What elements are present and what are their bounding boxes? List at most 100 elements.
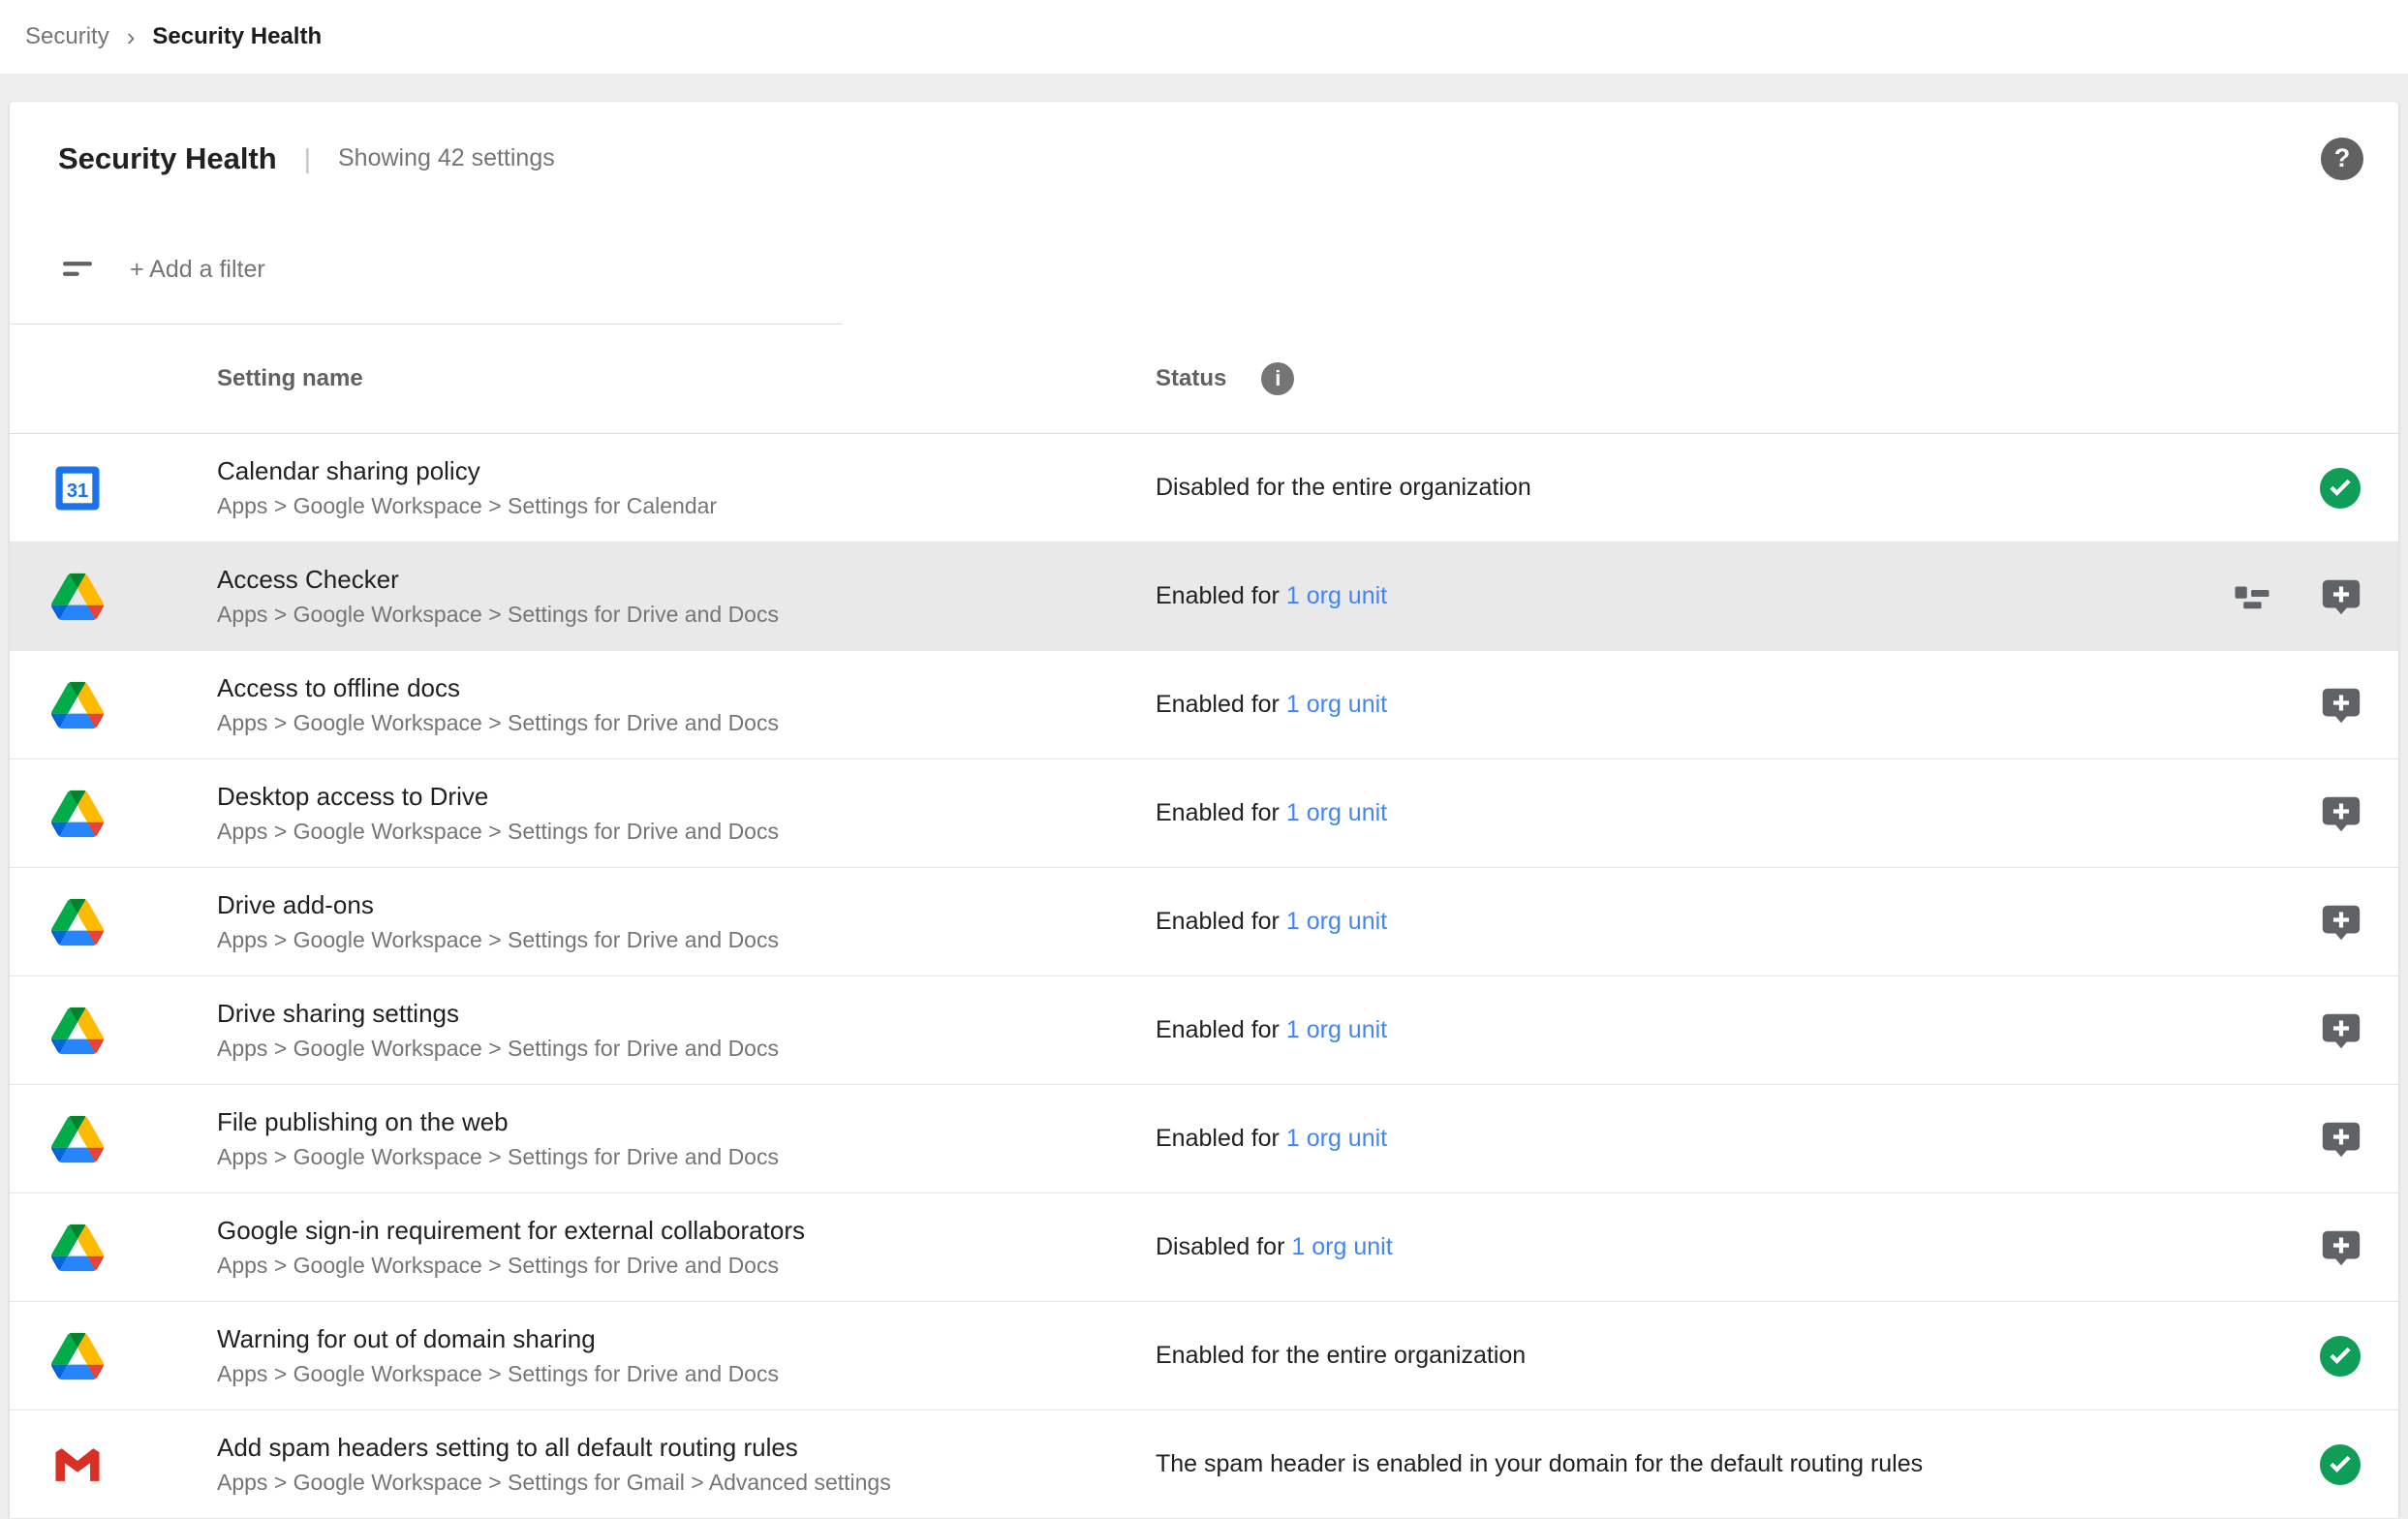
row-actions: [2317, 1442, 2363, 1488]
org-unit-icon: [2232, 576, 2272, 617]
setting-name-cell: Add spam headers setting to all default …: [217, 1434, 1156, 1495]
setting-icon-cell: [10, 1439, 217, 1491]
table-row[interactable]: Add spam headers setting to all default …: [10, 1410, 2398, 1519]
row-actions: [2317, 1333, 2363, 1380]
setting-name-cell: Access to offline docs Apps > Google Work…: [217, 674, 1156, 735]
setting-status: Enabled for the entire organization: [1156, 1342, 2317, 1370]
status-text: Enabled for: [1156, 1016, 1280, 1043]
svg-text:31: 31: [67, 480, 89, 501]
security-health-page: { "breadcrumb": { "parent": "Security", …: [0, 0, 2408, 1505]
table-row[interactable]: Drive add-ons Apps > Google Workspace > S…: [10, 868, 2398, 976]
status-text: Enabled for: [1156, 799, 1280, 826]
setting-icon-cell: [10, 1222, 217, 1274]
row-actions: [2319, 791, 2363, 836]
filter-icon[interactable]: [56, 248, 99, 291]
setting-icon-cell: [10, 896, 217, 948]
table-row[interactable]: Access Checker Apps > Google Workspace > …: [10, 542, 2398, 651]
setting-path: Apps > Google Workspace > Settings for D…: [217, 1037, 1156, 1061]
setting-name: Drive add-ons: [217, 891, 1156, 920]
table-row[interactable]: Access to offline docs Apps > Google Work…: [10, 651, 2398, 760]
drive-icon: [51, 1113, 104, 1165]
flag-add-icon[interactable]: [2319, 574, 2363, 619]
add-filter-button[interactable]: + Add a filter: [130, 256, 265, 284]
setting-status: Enabled for1 org unit: [1156, 691, 2319, 719]
setting-status: Enabled for1 org unit: [1156, 799, 2319, 827]
org-unit-link[interactable]: 1 org unit: [1286, 908, 1387, 935]
setting-path: Apps > Google Workspace > Settings for C…: [217, 494, 1156, 518]
row-actions: [2319, 683, 2363, 728]
setting-status: Enabled for1 org unit: [1156, 582, 2232, 610]
flag-add-icon[interactable]: [2319, 791, 2363, 836]
flag-add-icon[interactable]: [2319, 683, 2363, 728]
setting-icon-cell: [10, 571, 217, 623]
help-icon[interactable]: ?: [2321, 138, 2363, 180]
setting-name: Google sign-in requirement for external …: [217, 1217, 1156, 1246]
setting-name-cell: Google sign-in requirement for external …: [217, 1217, 1156, 1278]
drive-icon: [51, 1222, 104, 1274]
setting-name: Access Checker: [217, 566, 1156, 595]
setting-path: Apps > Google Workspace > Settings for D…: [217, 820, 1156, 844]
setting-name: Warning for out of domain sharing: [217, 1325, 1156, 1354]
setting-path: Apps > Google Workspace > Settings for D…: [217, 928, 1156, 952]
calendar-icon: 31: [51, 462, 104, 514]
flag-add-icon[interactable]: [2319, 1008, 2363, 1053]
gmail-icon: [51, 1439, 104, 1491]
setting-path: Apps > Google Workspace > Settings for D…: [217, 1254, 1156, 1278]
setting-status: The spam header is enabled in your domai…: [1156, 1450, 2317, 1478]
setting-name: Calendar sharing policy: [217, 457, 1156, 486]
status-info-icon[interactable]: i: [1261, 362, 1294, 395]
table-header: Setting name Status i: [10, 325, 2398, 434]
table-row[interactable]: Drive sharing settings Apps > Google Work…: [10, 976, 2398, 1085]
flag-add-icon[interactable]: [2319, 1225, 2363, 1270]
org-unit-link[interactable]: 1 org unit: [1286, 1125, 1387, 1152]
table-row[interactable]: 31 Calendar sharing policy Apps > Google W…: [10, 434, 2398, 542]
status-text: Enabled for: [1156, 691, 1280, 718]
table-row[interactable]: Warning for out of domain sharing Apps > …: [10, 1302, 2398, 1410]
setting-name-cell: Access Checker Apps > Google Workspace > …: [217, 566, 1156, 627]
drive-icon: [51, 1005, 104, 1057]
breadcrumb-current: Security Health: [152, 23, 322, 50]
org-unit-link[interactable]: 1 org unit: [1286, 799, 1387, 826]
org-unit-link[interactable]: 1 org unit: [1286, 691, 1387, 718]
row-actions: [2232, 574, 2363, 619]
flag-add-icon[interactable]: [2319, 1117, 2363, 1162]
drive-icon: [51, 788, 104, 840]
status-text: Disabled for: [1156, 1233, 1284, 1260]
table-row[interactable]: File publishing on the webApps > Google …: [10, 1085, 2398, 1194]
table-row[interactable]: Desktop access to DriveApps > Google Wor…: [10, 760, 2398, 868]
setting-status: Enabled for1 org unit: [1156, 908, 2319, 936]
setting-icon-cell: [10, 679, 217, 731]
status-text: The spam header is enabled in your domai…: [1156, 1450, 1923, 1477]
setting-name: Access to offline docs: [217, 674, 1156, 703]
org-unit-link[interactable]: 1 org unit: [1286, 1016, 1387, 1043]
row-actions: [2319, 900, 2363, 945]
status-text: Enabled for: [1156, 908, 1280, 935]
row-actions: [2317, 465, 2363, 512]
setting-name: Drive sharing settings: [217, 1000, 1156, 1029]
flag-add-icon[interactable]: [2319, 900, 2363, 945]
status-ok-icon: [2317, 465, 2363, 512]
setting-icon-cell: [10, 1005, 217, 1057]
row-actions: [2319, 1225, 2363, 1270]
setting-name: Add spam headers setting to all default …: [217, 1434, 1156, 1463]
status-text: Disabled for the entire organization: [1156, 474, 1531, 501]
setting-name: File publishing on the web: [217, 1108, 1156, 1137]
breadcrumb-separator-icon: ›: [127, 22, 136, 52]
setting-path: Apps > Google Workspace > Settings for G…: [217, 1471, 1156, 1495]
setting-path: Apps > Google Workspace > Settings for D…: [217, 1362, 1156, 1386]
org-unit-link[interactable]: 1 org unit: [1291, 1233, 1392, 1260]
setting-path: Apps > Google Workspace > Settings for D…: [217, 603, 1156, 627]
setting-status: Disabled for 1 org unit: [1156, 1233, 2319, 1261]
breadcrumb-security[interactable]: Security: [25, 23, 109, 50]
setting-name-cell: Warning for out of domain sharing Apps > …: [217, 1325, 1156, 1386]
org-unit-link[interactable]: 1 org unit: [1286, 582, 1387, 609]
row-actions: [2319, 1117, 2363, 1162]
table-row[interactable]: Google sign-in requirement for external …: [10, 1194, 2398, 1302]
status-ok-icon: [2317, 1333, 2363, 1380]
table-body: 31 Calendar sharing policy Apps > Google W…: [10, 434, 2398, 1519]
setting-icon-cell: 31: [10, 462, 217, 514]
settings-count: Showing 42 settings: [338, 144, 555, 172]
setting-status: Enabled for1 org unit: [1156, 1125, 2319, 1153]
status-text: Enabled for: [1156, 582, 1280, 609]
setting-path: Apps > Google Workspace > Settings for D…: [217, 711, 1156, 735]
